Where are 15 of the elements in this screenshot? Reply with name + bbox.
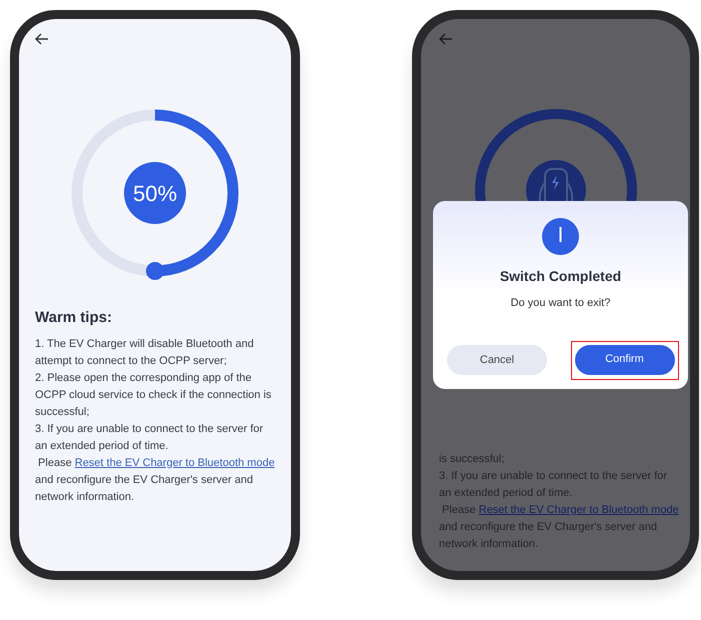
reset-note: Please Reset the EV Charger to Bluetooth mode and reconfigure the EV Charger's server and network information. [35, 456, 275, 504]
tips-title: Warm tips: [35, 308, 113, 328]
tip-text: 3. If you are unable to connect to the server for an extended period of time. [439, 469, 668, 501]
exclamation-icon [542, 218, 579, 255]
cancel-button[interactable]: Cancel [447, 345, 547, 375]
tip-text: 1. The EV Charger will disable Bluetooth and attempt to connect to the OCPP server; [35, 336, 255, 368]
confirm-button[interactable]: Confirm [574, 344, 674, 374]
tip-text: 2. Please open the corresponding app of the OCPP cloud service to check if the connection is successful; [35, 370, 272, 420]
reset-link[interactable]: Reset the EV Charger to Bluetooth mode [74, 456, 275, 468]
dialog-message: Do you want to exit? [510, 296, 610, 311]
back-arrow-icon[interactable] [35, 33, 49, 45]
dialog-title: Switch Completed [500, 267, 622, 286]
percent-badge: 50% [124, 162, 186, 224]
tip-text: 3. If you are unable to connect to the server for an extended period of time. [35, 422, 264, 454]
tip-text: is successful; [439, 452, 506, 467]
